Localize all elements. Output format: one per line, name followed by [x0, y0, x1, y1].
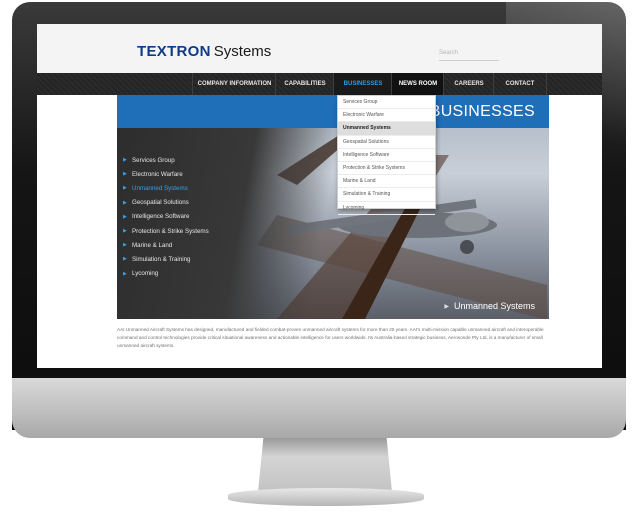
site-header: TEXTRON Systems Search [37, 24, 602, 73]
arrow-icon: ▶ [123, 213, 127, 220]
business-list-item-current[interactable]: ▶ Unmanned Systems [123, 181, 253, 195]
business-list-item[interactable]: ▶ Marine & Land [123, 238, 253, 252]
monitor-stand-base [228, 488, 424, 506]
arrow-icon: ▶ [123, 185, 127, 192]
business-list-item[interactable]: ▶ Intelligence Software [123, 210, 253, 224]
nav-businesses[interactable]: BUSINESSES [333, 73, 392, 95]
hero-title: BUSINESSES [429, 103, 535, 120]
nav-capabilities[interactable]: CAPABILITIES [275, 73, 334, 95]
dropdown-item[interactable]: Protection & Strike Systems [338, 162, 435, 176]
businesses-dropdown-menu: Services Group Electronic Warfare Unmann… [337, 95, 436, 215]
business-list-item[interactable]: ▶ Protection & Strike Systems [123, 224, 253, 238]
nav-contact[interactable]: CONTACT [493, 73, 547, 95]
dropdown-item-highlighted[interactable]: Unmanned Systems [338, 122, 435, 136]
arrow-icon: ▶ [123, 199, 127, 206]
dropdown-item[interactable]: Intelligence Software [338, 149, 435, 162]
monitor-chin [12, 378, 626, 438]
dropdown-item[interactable]: Simulation & Training [338, 188, 435, 202]
hero-banner: BUSINESSES ▶ Services Group ▶ Electronic W… [117, 95, 549, 319]
dropdown-item[interactable]: Marine & Land [338, 175, 435, 189]
business-list-item[interactable]: ▶ Simulation & Training [123, 252, 253, 266]
nav-careers[interactable]: CAREERS [443, 73, 494, 95]
hero-caption[interactable]: ▶ Unmanned Systems [444, 301, 535, 311]
nav-news-room[interactable]: NEWS ROOM [391, 73, 444, 95]
arrow-icon: ▶ [123, 171, 127, 178]
arrow-icon: ▶ [123, 256, 127, 263]
arrow-icon: ▶ [444, 303, 449, 310]
search-input[interactable]: Search [439, 46, 499, 61]
arrow-icon: ▶ [123, 157, 127, 164]
business-list-item[interactable]: ▶ Geospatial Solutions [123, 196, 253, 210]
dropdown-item[interactable]: Geospatial Solutions [338, 136, 435, 149]
arrow-icon: ▶ [123, 242, 127, 249]
business-list-item[interactable]: ▶ Services Group [123, 153, 253, 167]
monitor-stand [258, 438, 392, 492]
textron-logo[interactable]: TEXTRON Systems [137, 43, 271, 60]
business-description: AAI Unmanned Aircraft Systems has design… [117, 327, 544, 348]
dropdown-item[interactable]: Lycoming [338, 202, 435, 215]
business-list-item[interactable]: ▶ Lycoming [123, 267, 253, 281]
dropdown-item[interactable]: Electronic Warfare [338, 109, 435, 123]
dropdown-item[interactable]: Services Group [338, 96, 435, 110]
arrow-icon: ▶ [123, 228, 127, 235]
browser-screen: TEXTRON Systems Search COMPANY INFORMATIO… [37, 24, 602, 368]
main-nav: COMPANY INFORMATION CAPABILITIES BUSINES… [37, 73, 602, 95]
business-list: ▶ Services Group ▶ Electronic Warfare ▶ Unm… [123, 153, 253, 281]
nav-company-information[interactable]: COMPANY INFORMATION [192, 73, 276, 95]
arrow-icon: ▶ [123, 270, 127, 277]
business-list-item[interactable]: ▶ Electronic Warfare [123, 167, 253, 181]
